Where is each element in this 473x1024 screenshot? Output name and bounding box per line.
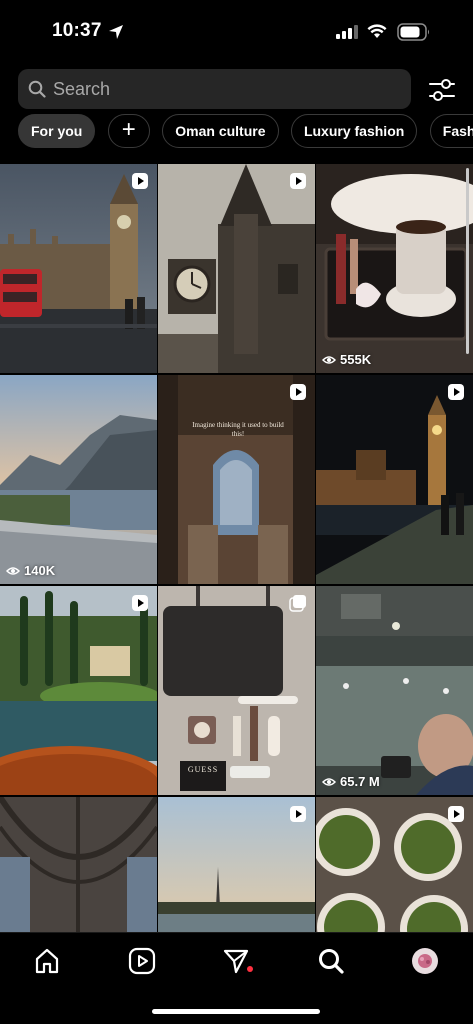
reel-icon bbox=[132, 173, 148, 189]
grid-tile[interactable] bbox=[316, 375, 473, 584]
reel-icon bbox=[132, 595, 148, 611]
photo-lake-como-villa bbox=[0, 586, 157, 795]
explore-grid: 555K 140K Imagine thinking it used to bu… bbox=[0, 164, 473, 932]
messages-icon[interactable] bbox=[222, 947, 250, 975]
bag-brand-card: GUESS bbox=[187, 765, 219, 774]
photo-mountain-lake bbox=[0, 375, 157, 584]
view-count-label: 65.7 M bbox=[340, 774, 380, 789]
search-bar[interactable] bbox=[18, 69, 411, 109]
view-count: 140K bbox=[6, 563, 55, 578]
grid-tile[interactable] bbox=[158, 797, 315, 932]
photo-foggy-concert bbox=[316, 586, 473, 795]
search-icon bbox=[28, 80, 46, 98]
wifi-icon bbox=[367, 24, 387, 38]
photo-cathedral-interior bbox=[158, 375, 315, 584]
add-topic-button[interactable]: + bbox=[107, 114, 150, 148]
photo-big-ben-night bbox=[316, 375, 473, 584]
reel-icon bbox=[290, 384, 306, 400]
view-count-label: 140K bbox=[24, 563, 56, 578]
home-icon[interactable] bbox=[33, 947, 61, 975]
photo-gothic-clock-tower bbox=[158, 164, 315, 373]
reel-icon bbox=[448, 384, 464, 400]
view-count-label: 555K bbox=[340, 352, 372, 367]
notification-dot bbox=[247, 966, 253, 972]
grid-tile[interactable]: 140K bbox=[0, 375, 157, 584]
grid-tile[interactable] bbox=[0, 164, 157, 373]
view-count: 555K bbox=[322, 352, 371, 367]
photo-london-street bbox=[0, 164, 157, 373]
chip-luxury-fashion[interactable]: Luxury fashion bbox=[290, 114, 418, 148]
search-row bbox=[18, 69, 455, 109]
topic-chips: For you + Oman culture Luxury fashion Fa… bbox=[18, 114, 473, 148]
grid-tile[interactable] bbox=[158, 164, 315, 373]
chip-for-you[interactable]: For you bbox=[18, 114, 96, 148]
search-icon[interactable] bbox=[317, 947, 345, 975]
profile-avatar[interactable] bbox=[411, 947, 439, 975]
reels-icon[interactable] bbox=[128, 947, 156, 975]
grid-tile[interactable]: GUESS bbox=[158, 586, 315, 795]
cellular-signal-icon bbox=[336, 25, 358, 39]
eye-icon bbox=[322, 777, 336, 786]
grid-tile[interactable] bbox=[0, 797, 157, 932]
chip-fashion[interactable]: Fashion bbox=[429, 114, 473, 148]
search-input[interactable] bbox=[53, 69, 393, 109]
grid-tile[interactable]: Imagine thinking it used to build this! bbox=[158, 375, 315, 584]
photo-handbag-flat-lay bbox=[158, 586, 315, 795]
reel-icon bbox=[448, 806, 464, 822]
reel-icon bbox=[290, 806, 306, 822]
status-time: 10:37 bbox=[52, 20, 102, 41]
overlay-caption: Imagine thinking it used to build this! bbox=[192, 421, 284, 438]
grid-tile[interactable]: 555K bbox=[316, 164, 473, 373]
chip-oman-culture[interactable]: Oman culture bbox=[162, 114, 279, 148]
view-count: 65.7 M bbox=[322, 774, 380, 789]
location-arrow-icon bbox=[109, 25, 123, 39]
photo-vaulted-ceiling bbox=[0, 797, 157, 932]
status-bar: 10:37 bbox=[0, 0, 473, 62]
photo-coffee-tray bbox=[316, 164, 473, 373]
home-indicator bbox=[152, 1009, 320, 1014]
eye-icon bbox=[6, 566, 20, 575]
battery-icon bbox=[397, 23, 429, 41]
carousel-icon bbox=[289, 595, 306, 612]
scrollbar[interactable] bbox=[466, 168, 469, 354]
grid-tile[interactable]: 65.7 M bbox=[316, 586, 473, 795]
filter-sliders-icon[interactable] bbox=[427, 75, 457, 105]
grid-tile[interactable] bbox=[316, 797, 473, 932]
eye-icon bbox=[322, 355, 336, 364]
grid-tile[interactable] bbox=[0, 586, 157, 795]
reel-icon bbox=[290, 173, 306, 189]
